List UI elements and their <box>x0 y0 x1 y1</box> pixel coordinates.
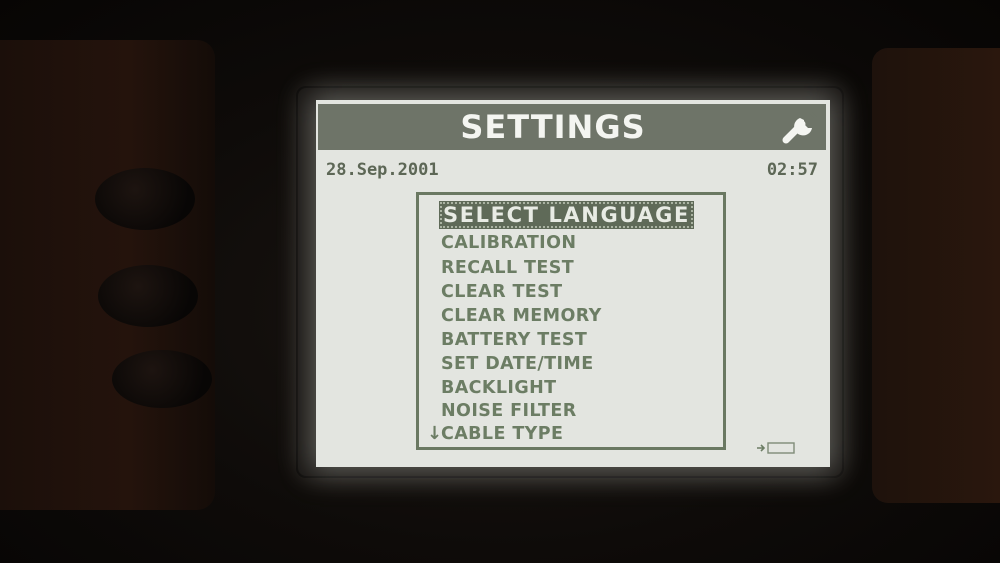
battery-icon <box>757 442 795 454</box>
menu-item-cable-type[interactable]: CABLE TYPE <box>441 423 563 445</box>
wrench-icon <box>782 110 818 144</box>
menu-item-backlight[interactable]: BACKLIGHT <box>441 377 557 399</box>
title-bar: SETTINGS <box>318 104 826 150</box>
menu-item-select-language[interactable]: SELECT LANGUAGE <box>439 201 694 229</box>
menu-item-calibration[interactable]: CALIBRATION <box>441 232 576 254</box>
device-button <box>98 265 198 327</box>
device-left-panel <box>0 40 215 510</box>
menu-item-clear-test[interactable]: CLEAR TEST <box>441 281 563 303</box>
arrow-down-icon: ↓ <box>427 423 443 444</box>
device-body: SETTINGS 28.Sep.2001 02:57 SELECT LANGUA… <box>0 0 1000 563</box>
settings-menu: SELECT LANGUAGE CALIBRATION RECALL TEST … <box>416 192 726 450</box>
menu-item-noise-filter[interactable]: NOISE FILTER <box>441 400 577 422</box>
device-button <box>95 168 195 230</box>
menu-item-recall-test[interactable]: RECALL TEST <box>441 257 574 279</box>
date-display: 28.Sep.2001 <box>326 160 439 180</box>
lcd-screen: SETTINGS 28.Sep.2001 02:57 SELECT LANGUA… <box>316 100 830 467</box>
device-right-panel <box>872 48 1000 503</box>
menu-item-set-date-time[interactable]: SET DATE/TIME <box>441 353 594 375</box>
device-button <box>112 350 212 408</box>
screen-title: SETTINGS <box>460 108 646 146</box>
time-display: 02:57 <box>766 160 818 180</box>
menu-item-battery-test[interactable]: BATTERY TEST <box>441 329 587 351</box>
menu-item-clear-memory[interactable]: CLEAR MEMORY <box>441 305 602 327</box>
